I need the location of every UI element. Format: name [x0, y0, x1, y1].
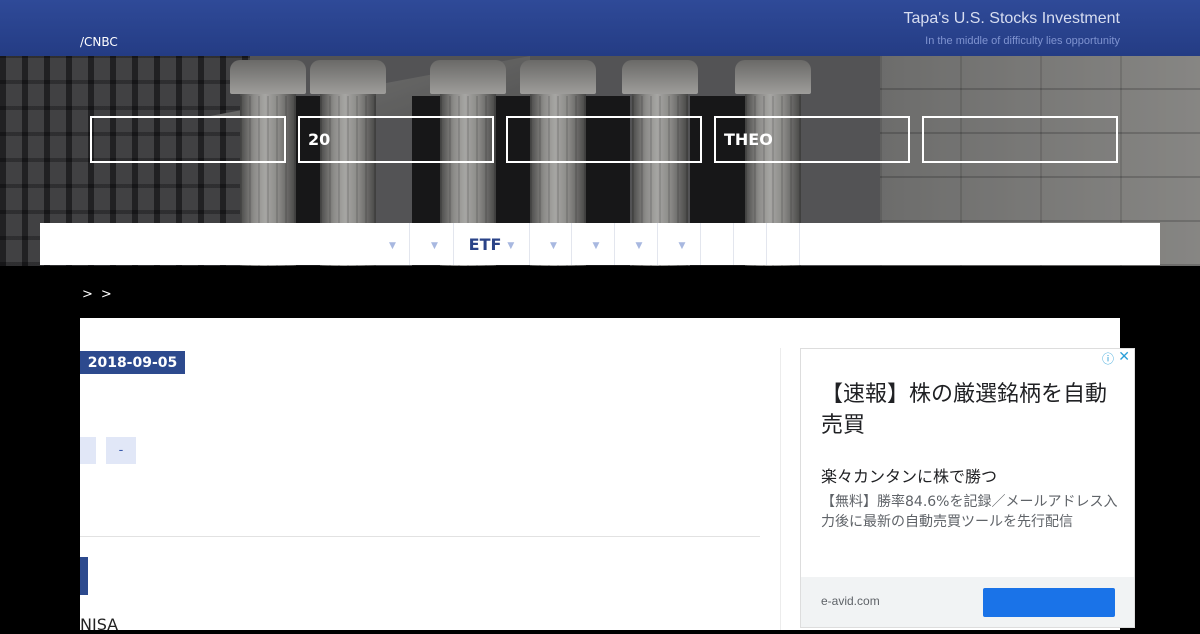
nav-item-label: ETF	[468, 234, 502, 254]
ad-domain[interactable]: e-avid.com	[821, 594, 880, 608]
site-title[interactable]: Tapa's U.S. Stocks Investment	[904, 10, 1120, 28]
section-heading-marker	[80, 557, 88, 595]
nav-item-10[interactable]	[767, 223, 800, 265]
breadcrumb-separator: >	[82, 287, 93, 302]
chevron-down-icon: ▼	[389, 241, 396, 251]
nav-item-4[interactable]: ▼	[530, 223, 572, 265]
chevron-down-icon: ▼	[592, 241, 600, 251]
ad-body: 【無料】勝率84.6%を記録／メールアドレス入力後に最新の自動売買ツールを先行配…	[821, 494, 1118, 530]
hero-box-4[interactable]: THEO	[714, 116, 910, 163]
post-tag[interactable]: -	[106, 437, 136, 464]
chevron-down-icon: ▼	[550, 241, 557, 251]
chevron-down-icon: ▼	[678, 241, 686, 251]
nav-item-8[interactable]	[701, 223, 734, 265]
image-source-credit: /CNBC	[80, 35, 118, 49]
chevron-down-icon: ▼	[507, 241, 515, 251]
post-body-text: NISA	[80, 615, 119, 634]
nav-item-9[interactable]	[734, 223, 767, 265]
ad-subheading[interactable]: 楽々カンタンに株で勝つ	[821, 463, 997, 487]
ad-headline[interactable]: 【速報】株の厳選銘柄を自動売買	[821, 379, 1121, 441]
nav-item-7[interactable]: ▼	[658, 223, 701, 265]
nav-item-1[interactable]: ▼	[370, 223, 410, 265]
post-date-badge: 2018-09-05	[80, 351, 185, 374]
hero-box-3[interactable]	[506, 116, 702, 163]
nav-item-2[interactable]: ▼	[410, 223, 454, 265]
ad-footer: e-avid.com	[801, 577, 1134, 627]
site-tagline: In the middle of difficulty lies opportu…	[925, 35, 1120, 47]
breadcrumb-separator: >	[100, 287, 112, 302]
breadcrumb: > >	[78, 287, 116, 302]
chevron-down-icon: ▼	[635, 241, 643, 251]
ad-cta-button[interactable]	[983, 588, 1115, 617]
nav-item-5[interactable]: ▼	[572, 223, 615, 265]
hero-box-5[interactable]	[922, 116, 1118, 163]
content-divider	[80, 536, 760, 537]
close-icon[interactable]: ✕	[1118, 349, 1130, 365]
post-tag[interactable]	[80, 437, 96, 464]
site-header: /CNBC Tapa's U.S. Stocks Investment In t…	[0, 0, 1200, 57]
hero-box-1[interactable]	[90, 116, 286, 163]
nav-item-etf[interactable]: ETF ▼	[454, 223, 530, 265]
ad-info-icon[interactable]: ⓘ	[1102, 350, 1114, 367]
hero-box-2[interactable]: 20	[298, 116, 494, 163]
main-nav: ▼ ▼ ETF ▼ ▼ ▼ ▼ ▼	[40, 223, 1160, 265]
sidebar-divider	[780, 348, 781, 630]
chevron-down-icon: ▼	[431, 241, 438, 251]
nav-item-6[interactable]: ▼	[615, 223, 658, 265]
sidebar-advertisement[interactable]: ⓘ ✕ 【速報】株の厳選銘柄を自動売買 楽々カンタンに株で勝つ 【無料】勝率84…	[800, 348, 1135, 628]
